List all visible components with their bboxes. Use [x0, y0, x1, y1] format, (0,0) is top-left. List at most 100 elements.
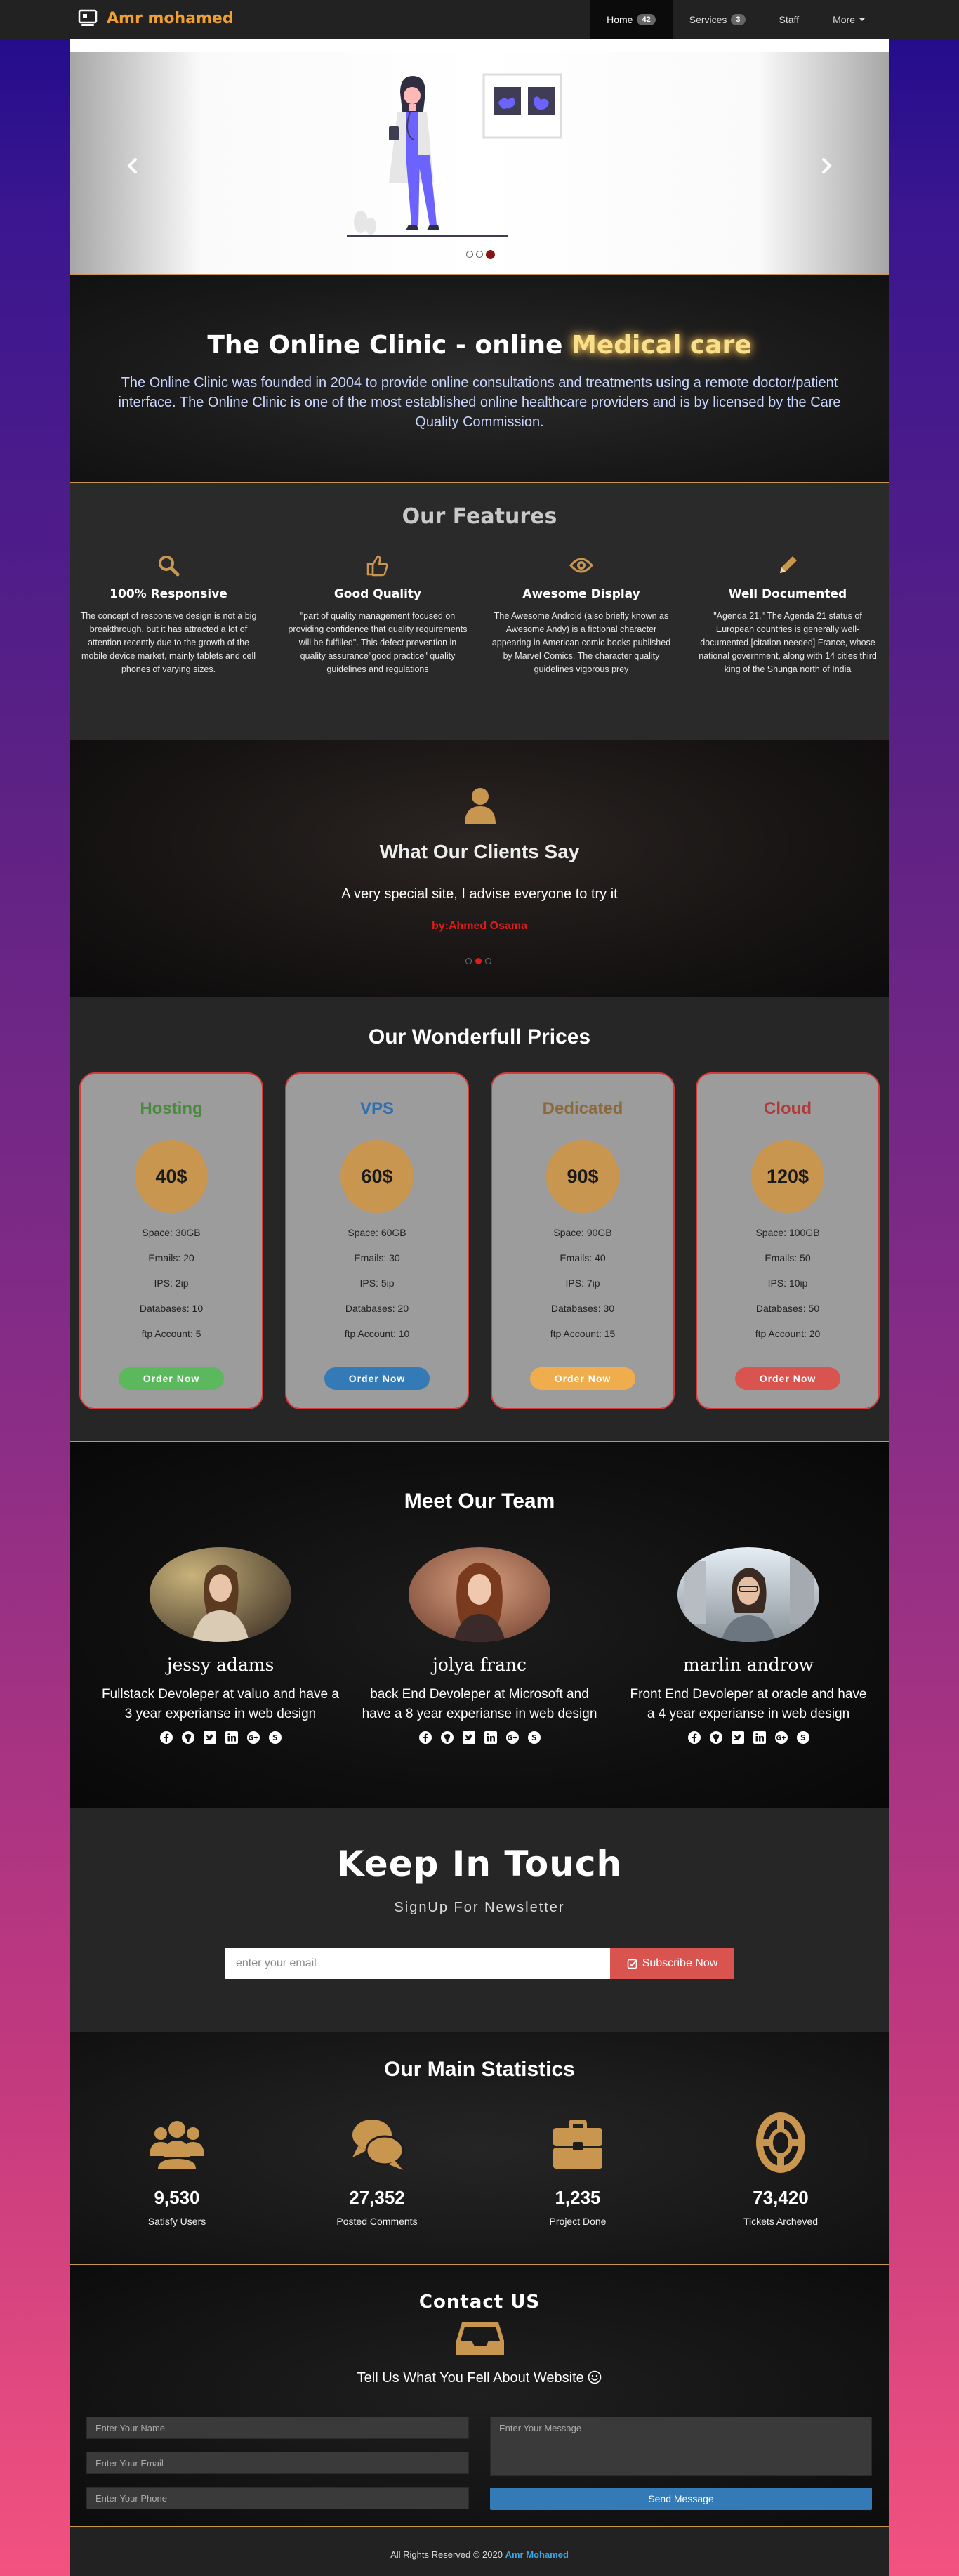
message-field[interactable]	[490, 2417, 872, 2476]
stat-item: 73,420 Tickets Archeved	[703, 2111, 858, 2227]
contact-section: Contact US Tell Us What You Fell About W…	[70, 2265, 889, 2527]
screen-icon	[78, 9, 98, 26]
brand[interactable]: Amr mohamed	[77, 8, 234, 29]
plan-databases: Databases: 30	[550, 1303, 615, 1314]
facebook-icon[interactable]	[687, 1731, 701, 1744]
feature-title: 100% Responsive	[110, 587, 227, 601]
newsletter-section: Keep In Touch SignUp For Newsletter Subs…	[70, 1808, 889, 2032]
avatar	[409, 1547, 550, 1642]
subscribe-button[interactable]: Subscribe Now	[610, 1948, 734, 1979]
eye-icon	[569, 558, 593, 573]
member-name: jolya franc	[432, 1655, 527, 1675]
thumbs-up-icon	[366, 555, 388, 577]
feature-title: Well Documented	[728, 587, 847, 601]
linkedin-icon[interactable]	[484, 1731, 497, 1744]
feature-title: Awesome Display	[522, 587, 640, 601]
testimonial-section: What Our Clients Say A very special site…	[70, 740, 889, 997]
twitter-icon[interactable]	[462, 1731, 475, 1744]
github-icon[interactable]	[440, 1731, 454, 1744]
svg-text:G+: G+	[507, 1735, 517, 1742]
svg-text:G+: G+	[248, 1735, 258, 1742]
testimonial-indicator[interactable]	[465, 958, 472, 964]
nav-item-services[interactable]: Services 3	[673, 0, 762, 39]
plan-price: 120$	[751, 1140, 824, 1213]
order-now-button[interactable]: Order Now	[324, 1367, 430, 1390]
hero-title: The Online Clinic - online Medical care	[70, 331, 889, 360]
email-field[interactable]	[86, 2452, 469, 2474]
phone-field[interactable]	[86, 2487, 469, 2509]
search-icon	[159, 556, 180, 577]
twitter-icon[interactable]	[203, 1731, 216, 1744]
order-now-button[interactable]: Order Now	[530, 1367, 635, 1390]
plan-space: Space: 90GB	[553, 1227, 612, 1238]
order-now-button[interactable]: Order Now	[735, 1367, 840, 1390]
nav-item-home[interactable]: Home 42	[590, 0, 673, 39]
facebook-icon[interactable]	[418, 1731, 432, 1744]
skype-icon[interactable]: S	[268, 1731, 282, 1744]
newsletter-email-input[interactable]	[225, 1948, 610, 1979]
skype-icon[interactable]: S	[796, 1731, 809, 1744]
member-name: marlin androw	[682, 1655, 814, 1675]
image-carousel	[70, 39, 889, 275]
contact-subtitle-text: Tell Us What You Fell About Website	[357, 2370, 584, 2386]
skype-icon[interactable]: S	[527, 1731, 541, 1744]
facebook-icon[interactable]	[159, 1731, 173, 1744]
nav-item-more[interactable]: More	[816, 0, 882, 39]
linkedin-icon[interactable]	[225, 1731, 238, 1744]
team-section: Meet Our Team jessy adams Fullstack Devo…	[70, 1442, 889, 1808]
feature-card: Good Quality "part of quality management…	[283, 553, 472, 676]
pricing-card-dedicated: Dedicated 90$ Space: 90GB Emails: 40 IPS…	[491, 1072, 675, 1409]
stat-number: 9,530	[154, 2187, 200, 2208]
carousel-indicator-active[interactable]	[486, 249, 495, 259]
pricing-title: Our Wonderfull Prices	[368, 1025, 591, 1049]
team-title: Meet Our Team	[404, 1490, 555, 1513]
carousel-indicator[interactable]	[476, 251, 483, 258]
carousel-indicators	[466, 249, 495, 259]
user-icon	[465, 788, 496, 824]
nav-item-staff[interactable]: Staff	[762, 0, 816, 39]
testimonial-indicator[interactable]	[485, 958, 491, 964]
plan-space: Space: 30GB	[142, 1227, 201, 1238]
avatar	[150, 1547, 291, 1642]
google-plus-icon[interactable]: G+	[246, 1731, 260, 1744]
plan-databases: Databases: 50	[755, 1303, 820, 1314]
order-now-button[interactable]: Order Now	[119, 1367, 224, 1390]
pricing-section: Our Wonderfull Prices Hosting 40$ Space:…	[70, 997, 889, 1442]
github-icon[interactable]	[181, 1731, 194, 1744]
nav-menu: Home 42 Services 3 Staff More	[590, 0, 882, 39]
plan-ftp: ftp Account: 10	[344, 1328, 410, 1339]
google-plus-icon[interactable]: G+	[505, 1731, 519, 1744]
github-icon[interactable]	[709, 1731, 722, 1744]
plan-emails: Emails: 20	[148, 1252, 194, 1263]
nav-item-label: Home	[607, 14, 633, 25]
stat-label: Posted Comments	[336, 2216, 418, 2227]
carousel-indicator[interactable]	[466, 251, 473, 258]
feature-text: "part of quality management focused on p…	[288, 611, 468, 674]
linkedin-icon[interactable]	[753, 1731, 766, 1744]
nav-item-label: Services	[689, 14, 727, 25]
member-bio: Front End Devoleper at oracle and have a…	[630, 1687, 867, 1721]
chevron-right-icon[interactable]	[818, 157, 835, 174]
hero-section: The Online Clinic - online Medical care …	[70, 275, 889, 483]
stat-label: Project Done	[549, 2216, 607, 2227]
twitter-icon[interactable]	[731, 1731, 744, 1744]
services-badge: 3	[731, 14, 746, 25]
google-plus-icon[interactable]: G+	[774, 1731, 788, 1744]
pencil-icon	[780, 556, 797, 573]
testimonial-indicator-active[interactable]	[475, 958, 482, 964]
plan-price: 90$	[546, 1140, 619, 1213]
newsletter-title: Keep In Touch	[336, 1844, 623, 1884]
statistics-title: Our Main Statistics	[384, 2058, 575, 2081]
footer-brand-link[interactable]: Amr Mohamed	[505, 2549, 569, 2560]
pricing-card-vps: VPS 60$ Space: 60GB Emails: 30 IPS: 5ip …	[285, 1072, 469, 1409]
plan-databases: Databases: 10	[139, 1303, 204, 1314]
feature-card: 100% Responsive The concept of responsiv…	[74, 553, 263, 676]
check-square-icon	[627, 1959, 637, 1969]
member-bio: Fullstack Devoleper at valuo and have a …	[102, 1687, 339, 1721]
name-field[interactable]	[86, 2417, 469, 2439]
social-links: G+ S	[622, 1731, 875, 1744]
chevron-left-icon[interactable]	[124, 157, 141, 174]
users-icon	[150, 2121, 204, 2169]
send-message-button[interactable]: Send Message	[490, 2488, 872, 2510]
top-navbar: Amr mohamed Home 42 Services 3 Staff Mor…	[0, 0, 959, 39]
